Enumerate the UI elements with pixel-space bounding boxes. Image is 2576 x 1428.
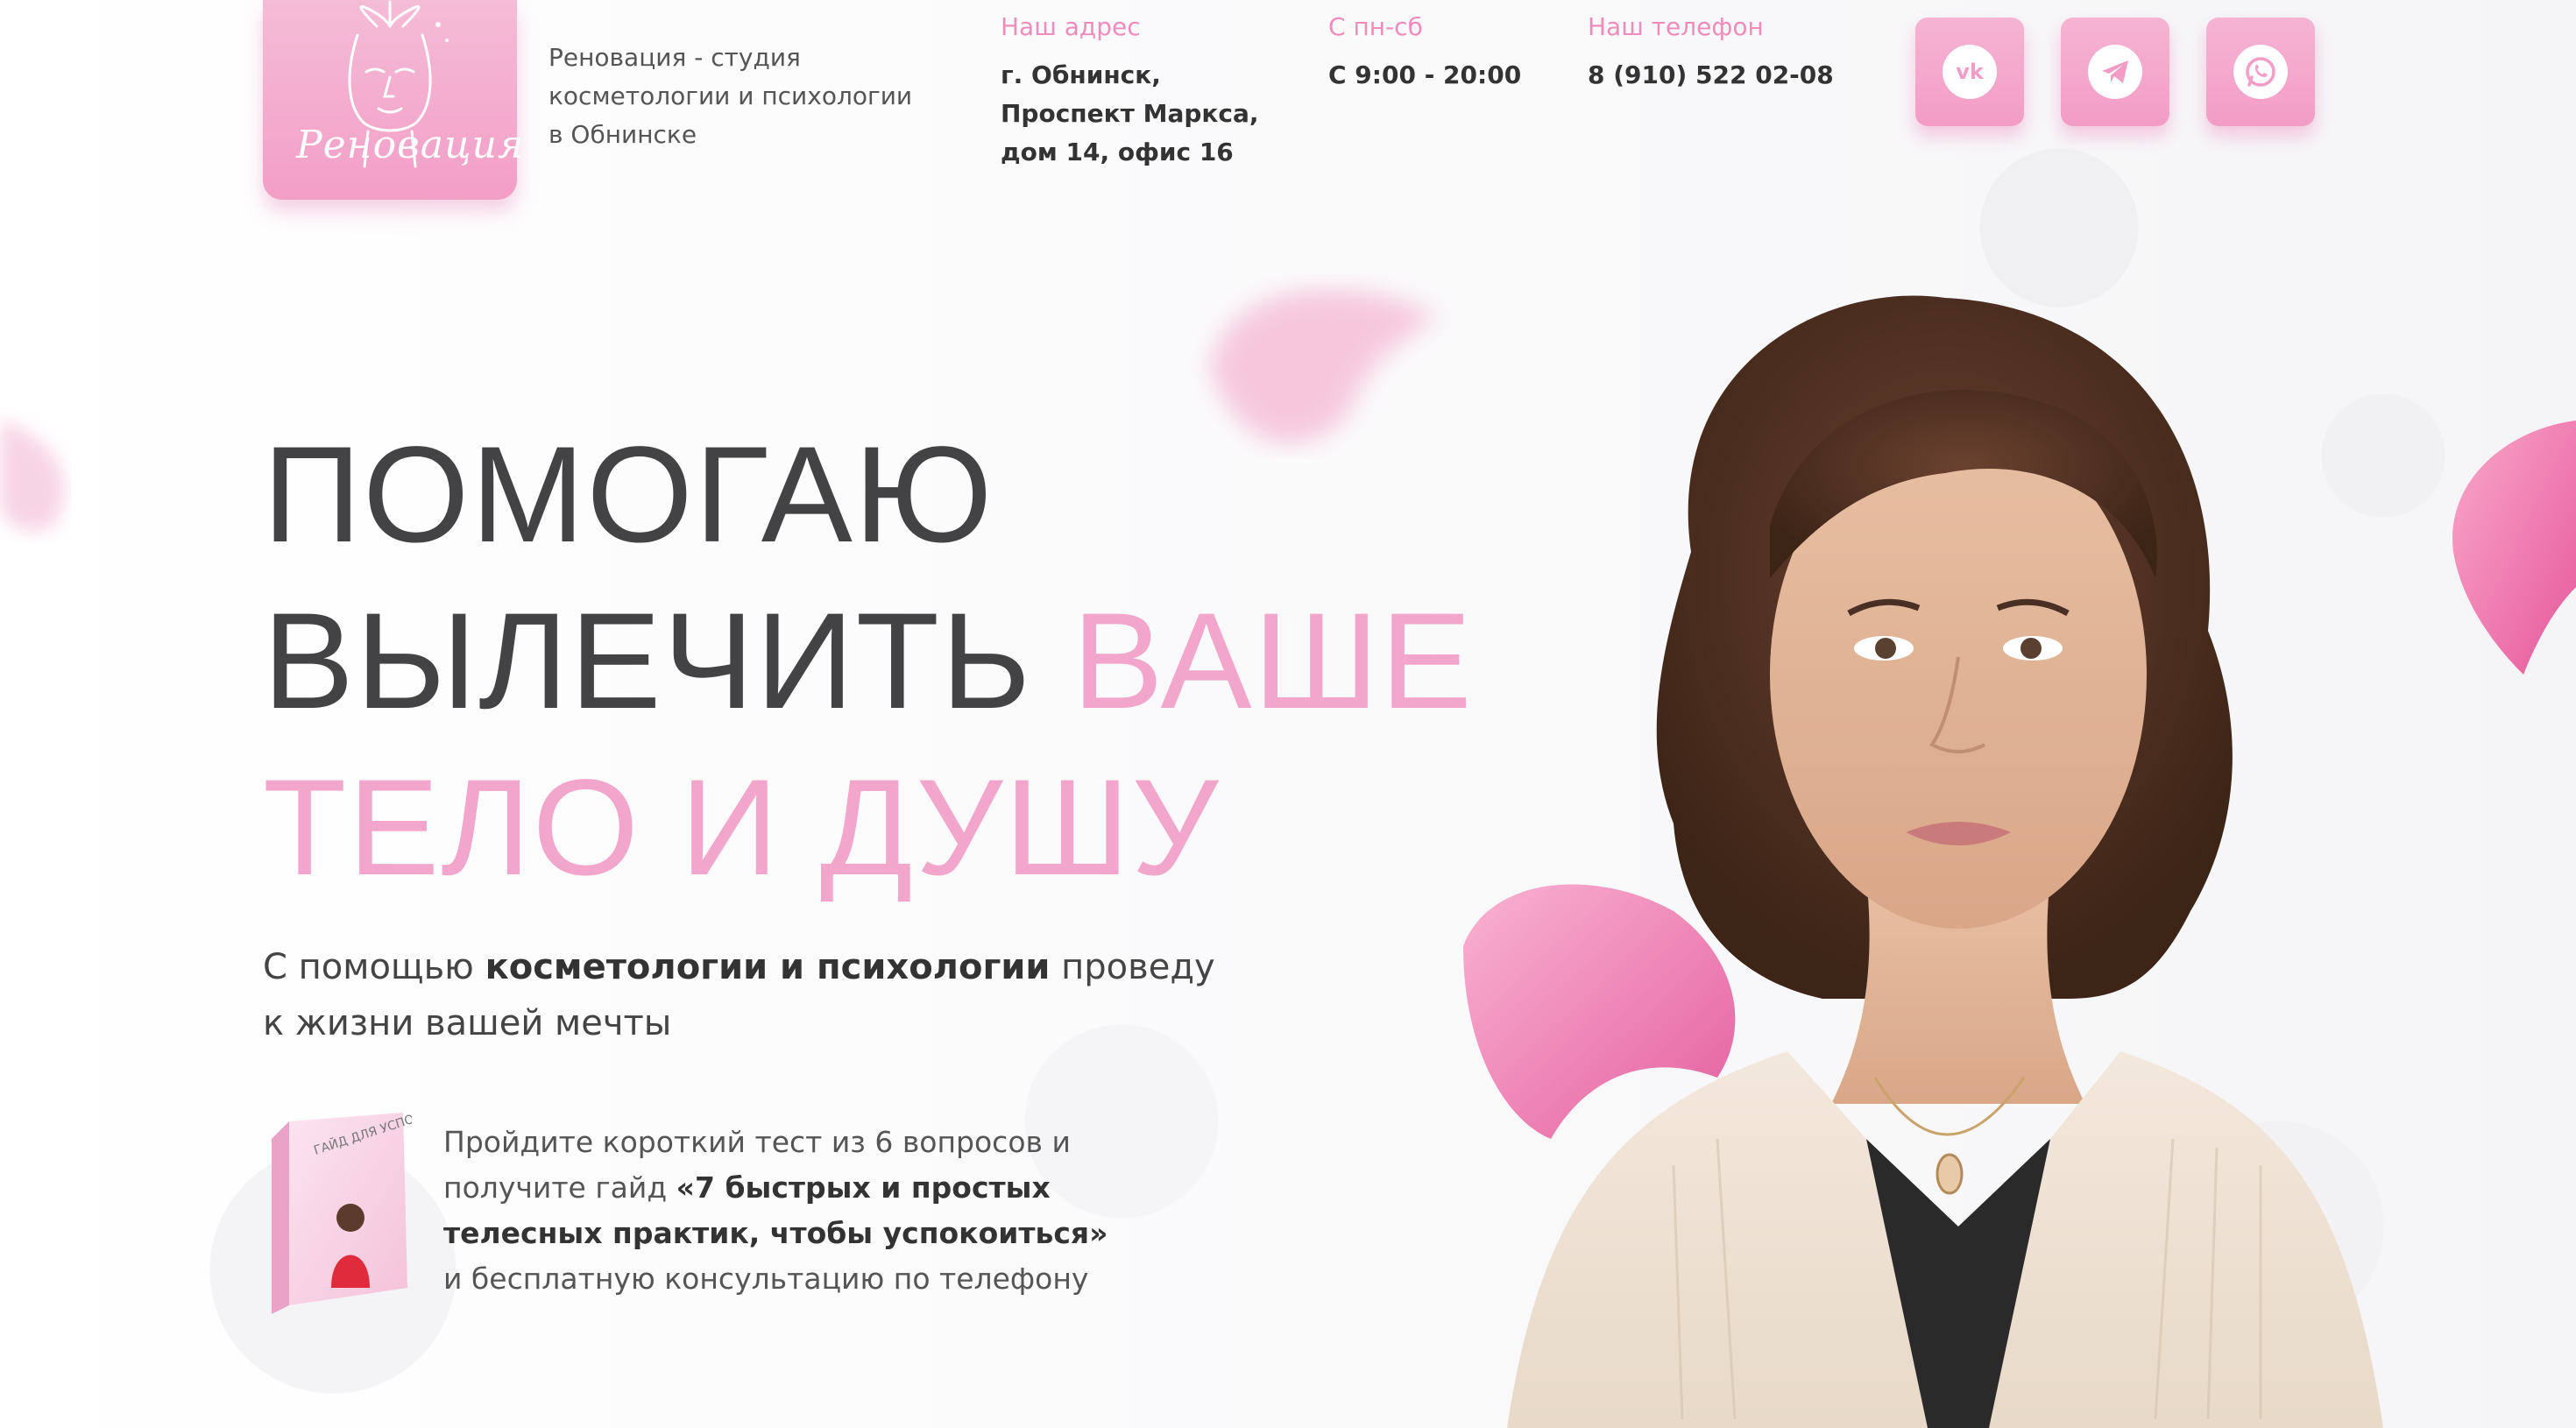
guide-book-image[interactable]: ГАЙД ДЛЯ УСПОКОЕНИЯ <box>263 1113 412 1314</box>
hero-subtitle: С помощью косметологии и психологии пров… <box>263 939 1244 1051</box>
address-label: Наш адрес <box>1001 12 1141 41</box>
headline-line-1: ПОМОГАЮ <box>263 419 994 571</box>
subtitle-bold-cosmetology: косметологии <box>485 947 768 987</box>
guide-offer-text: Пройдите короткий тест из 6 вопросов и п… <box>443 1120 1109 1302</box>
hours-value: С 9:00 - 20:00 <box>1328 60 1522 89</box>
vk-icon: vk <box>1943 45 1997 99</box>
vk-glyph: vk <box>1956 60 1984 84</box>
vk-button[interactable]: vk <box>1915 18 2024 126</box>
logo-text: Реновация <box>296 123 525 167</box>
headline-line-2-pink: ВАШЕ <box>1072 585 1474 738</box>
phone-value[interactable]: 8 (910) 522 02-08 <box>1588 56 1834 95</box>
petal-left-edge-icon <box>0 421 65 532</box>
address-value: г. Обнинск, Проспект Маркса, дом 14, офи… <box>1001 60 1259 166</box>
subtitle-text: С помощью <box>263 947 485 987</box>
headline-line-2: ВЫЛЕЧИТЬ ВАШЕ <box>263 578 1474 745</box>
whatsapp-button[interactable] <box>2206 18 2315 126</box>
subtitle-line-2: к жизни вашей мечты <box>263 1003 672 1043</box>
telegram-button[interactable] <box>2061 18 2169 126</box>
subtitle-bold-psychology: психологии <box>817 947 1051 987</box>
phone-label: Наш телефон <box>1588 12 1764 41</box>
hours-label: С пн-сб <box>1328 12 1423 41</box>
hero-headline: ПОМОГАЮ ВЫЛЕЧИТЬ ВАШЕ ТЕЛО И ДУШУ <box>263 412 1474 911</box>
headline-line-3: ТЕЛО И ДУШУ <box>263 752 1221 904</box>
studio-description: Реновация - студия косметологии и психол… <box>548 43 913 149</box>
telegram-icon <box>2088 45 2142 99</box>
subtitle-bold-and: и <box>768 947 817 987</box>
guide-text-part2: и бесплатную консультацию по телефону <box>443 1262 1089 1296</box>
whatsapp-icon <box>2233 45 2288 99</box>
petal-right-edge-icon <box>2452 421 2576 675</box>
logo[interactable]: Реновация <box>263 0 525 200</box>
subtitle-text-end: проведу <box>1050 947 1215 987</box>
headline-line-2-dark: ВЫЛЕЧИТЬ <box>263 585 1072 738</box>
portrait-image <box>1463 295 2383 1428</box>
face-logo-icon <box>348 0 449 168</box>
